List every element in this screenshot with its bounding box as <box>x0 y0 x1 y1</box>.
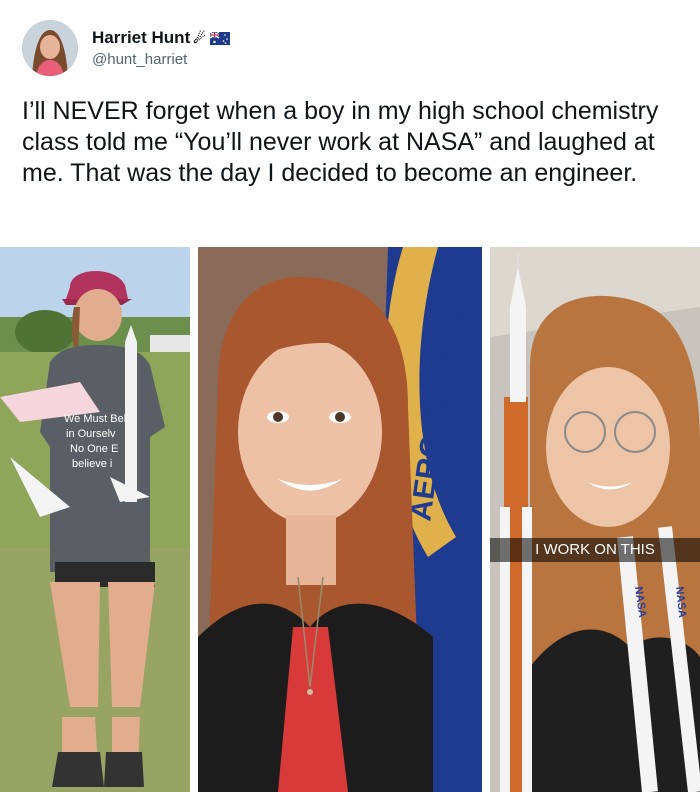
rocket-model-photo-image: We Must Bel in Ourselv No One E believe … <box>0 247 190 792</box>
avatar[interactable] <box>22 20 78 76</box>
tweet-header: Harriet Hunt ☄ @hunt_harriet <box>22 16 230 80</box>
selfie-rocket-photo-image: NASA NASA <box>490 247 700 792</box>
comet-emoji-icon: ☄ <box>193 29 206 46</box>
snap-caption-text: I WORK ON THIS <box>535 541 655 558</box>
tweet-text: I’ll NEVER forget when a boy in my high … <box>22 97 659 187</box>
author-block: Harriet Hunt ☄ @hunt_harriet <box>92 28 230 68</box>
author-handle[interactable]: @hunt_harriet <box>92 51 230 68</box>
shirt-text-line: in Ourselv <box>66 428 116 440</box>
avatar-image <box>22 20 78 76</box>
author-name[interactable]: Harriet Hunt <box>92 28 190 48</box>
author-name-row[interactable]: Harriet Hunt ☄ <box>92 28 230 48</box>
shirt-text-line: We Must Bel <box>64 413 126 425</box>
nasa-portrait-photo-image: AERONAUTICS <box>198 247 482 792</box>
photo-grid: We Must Bel in Ourselv No One E believe … <box>0 247 700 792</box>
shirt-text-line: believe i <box>72 458 112 470</box>
photo-selfie-rocket[interactable]: NASA NASA I WORK ON THIS <box>490 247 700 792</box>
shirt-text-line: No One E <box>70 443 118 455</box>
photo-rocket-model[interactable]: We Must Bel in Ourselv No One E believe … <box>0 247 190 792</box>
australia-flag-icon <box>209 31 230 45</box>
photo-nasa-portrait[interactable]: AERONAUTICS <box>198 247 482 792</box>
